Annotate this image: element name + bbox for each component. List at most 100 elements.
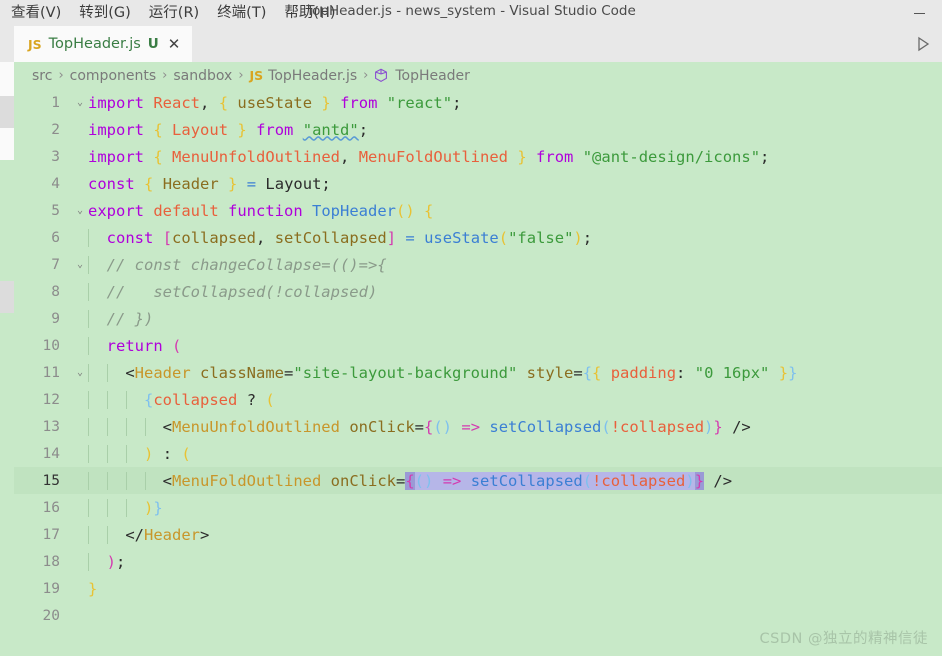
- code-content: ) : (: [88, 444, 942, 463]
- code-line-3[interactable]: 3 import { MenuUnfoldOutlined, MenuFoldO…: [14, 143, 942, 170]
- code-line-15[interactable]: 15 <MenuFoldOutlined onClick={() => setC…: [14, 467, 942, 494]
- fold-chevron-icon[interactable]: ⌄: [72, 367, 88, 378]
- line-number: 18: [42, 553, 60, 570]
- chevron-right-icon-4: ›: [363, 68, 369, 83]
- run-code-button[interactable]: [912, 33, 934, 55]
- menu-view[interactable]: 查看(V): [2, 2, 70, 25]
- strip-segment-1: [0, 62, 14, 96]
- code-line-19[interactable]: 19 }: [14, 575, 942, 602]
- code-content: import { Layout } from "antd";: [88, 120, 369, 139]
- fold-chevron-icon[interactable]: ⌄: [72, 205, 88, 216]
- chevron-right-icon-3: ›: [238, 68, 244, 83]
- title-bar: 查看(V) 转到(G) 运行(R) 终端(T) 帮助(H) TopHeader.…: [0, 0, 942, 26]
- code-content: <MenuFoldOutlined onClick={() => setColl…: [88, 471, 942, 490]
- code-content: import { MenuUnfoldOutlined, MenuFoldOut…: [88, 147, 770, 166]
- code-content: // setCollapsed(!collapsed): [88, 282, 942, 301]
- watermark: CSDN @独立的精神信徒: [759, 631, 928, 647]
- code-content: import React, { useState } from "react";: [88, 93, 462, 112]
- code-line-5[interactable]: 5 ⌄ export default function TopHeader() …: [14, 197, 942, 224]
- breadcrumb: src › components › sandbox › JS TopHeade…: [14, 62, 942, 89]
- line-number: 1: [51, 94, 60, 111]
- window-controls: [896, 0, 942, 26]
- code-content: </Header>: [88, 525, 942, 544]
- code-line-4[interactable]: 4 const { Header } = Layout;: [14, 170, 942, 197]
- line-number: 6: [51, 229, 60, 246]
- tab-strip: JS TopHeader.js U ✕: [0, 26, 942, 62]
- minimize-icon: [913, 12, 925, 14]
- js-file-icon: JS: [249, 68, 264, 83]
- tab-topheader-js[interactable]: JS TopHeader.js U ✕: [14, 26, 193, 62]
- code-content: // const changeCollapse=(()=>{: [88, 255, 942, 274]
- line-number: 19: [42, 580, 60, 597]
- line-number: 11: [42, 364, 60, 381]
- code-content: return (: [88, 336, 942, 355]
- code-line-2[interactable]: 2 import { Layout } from "antd";: [14, 116, 942, 143]
- code-content: const [collapsed, setCollapsed] = useSta…: [88, 228, 942, 247]
- chevron-right-icon-2: ›: [162, 68, 168, 83]
- code-content: export default function TopHeader() {: [88, 201, 434, 220]
- code-line-12[interactable]: 12 {collapsed ? (: [14, 386, 942, 413]
- line-number: 15: [42, 472, 60, 489]
- chevron-right-icon-1: ›: [58, 68, 64, 83]
- breadcrumb-item-file[interactable]: TopHeader.js: [268, 68, 357, 84]
- code-line-13[interactable]: 13 <MenuUnfoldOutlined onClick={() => se…: [14, 413, 942, 440]
- line-number: 9: [51, 310, 60, 327]
- close-icon[interactable]: ✕: [166, 36, 183, 52]
- strip-segment-4: [0, 281, 14, 313]
- menu-goto[interactable]: 转到(G): [70, 2, 140, 25]
- fold-chevron-icon[interactable]: ⌄: [72, 97, 88, 108]
- line-number: 5: [51, 202, 60, 219]
- code-editor[interactable]: 1 ⌄ import React, { useState } from "rea…: [14, 89, 942, 656]
- strip-segment-3: [0, 128, 14, 160]
- strip-segment-2: [0, 96, 14, 128]
- js-file-icon: JS: [28, 36, 42, 52]
- breadcrumb-item-src[interactable]: src: [32, 68, 52, 84]
- tab-label: TopHeader.js: [48, 36, 141, 52]
- code-line-8[interactable]: 8 // setCollapsed(!collapsed): [14, 278, 942, 305]
- code-line-6[interactable]: 6 const [collapsed, setCollapsed] = useS…: [14, 224, 942, 251]
- code-line-1[interactable]: 1 ⌄ import React, { useState } from "rea…: [14, 89, 942, 116]
- code-content: }: [88, 579, 98, 598]
- line-number: 17: [42, 526, 60, 543]
- cube-icon: [374, 68, 388, 84]
- code-line-7[interactable]: 7 ⌄ // const changeCollapse=(()=>{: [14, 251, 942, 278]
- play-icon: [917, 36, 929, 52]
- code-content: const { Header } = Layout;: [88, 174, 331, 193]
- fold-chevron-icon[interactable]: ⌄: [72, 259, 88, 270]
- code-content: // }): [88, 309, 942, 328]
- line-number: 13: [42, 418, 60, 435]
- code-line-18[interactable]: 18 );: [14, 548, 942, 575]
- breadcrumb-item-symbol[interactable]: TopHeader: [395, 68, 470, 84]
- code-line-20[interactable]: 20: [14, 602, 942, 629]
- line-number: 10: [42, 337, 60, 354]
- menu-help[interactable]: 帮助(H): [275, 2, 344, 25]
- code-line-9[interactable]: 9 // }): [14, 305, 942, 332]
- code-line-10[interactable]: 10 return (: [14, 332, 942, 359]
- code-line-16[interactable]: 16 )}: [14, 494, 942, 521]
- line-number: 3: [51, 148, 60, 165]
- line-number: 20: [42, 607, 60, 624]
- breadcrumb-item-components[interactable]: components: [70, 68, 157, 84]
- code-line-14[interactable]: 14 ) : (: [14, 440, 942, 467]
- code-content: <Header className="site-layout-backgroun…: [88, 363, 942, 382]
- menu-terminal[interactable]: 终端(T): [208, 2, 275, 25]
- line-number: 12: [42, 391, 60, 408]
- vscode-window: 查看(V) 转到(G) 运行(R) 终端(T) 帮助(H) TopHeader.…: [0, 0, 942, 656]
- minimize-button[interactable]: [896, 0, 942, 26]
- code-line-17[interactable]: 17 </Header>: [14, 521, 942, 548]
- code-content: )}: [88, 498, 942, 517]
- menu-bar: 查看(V) 转到(G) 运行(R) 终端(T) 帮助(H): [0, 2, 345, 25]
- code-content: {collapsed ? (: [88, 390, 942, 409]
- code-content: );: [88, 552, 942, 571]
- line-number: 16: [42, 499, 60, 516]
- line-number: 2: [51, 121, 60, 138]
- tab-unsaved-badge: U: [147, 36, 159, 52]
- line-number: 4: [51, 175, 60, 192]
- menu-run[interactable]: 运行(R): [140, 2, 208, 25]
- line-number: 7: [51, 256, 60, 273]
- code-line-11[interactable]: 11 ⌄ <Header className="site-layout-back…: [14, 359, 942, 386]
- line-number: 8: [51, 283, 60, 300]
- activity-bar-strip: [0, 26, 14, 656]
- line-number: 14: [42, 445, 60, 462]
- breadcrumb-item-sandbox[interactable]: sandbox: [173, 68, 232, 84]
